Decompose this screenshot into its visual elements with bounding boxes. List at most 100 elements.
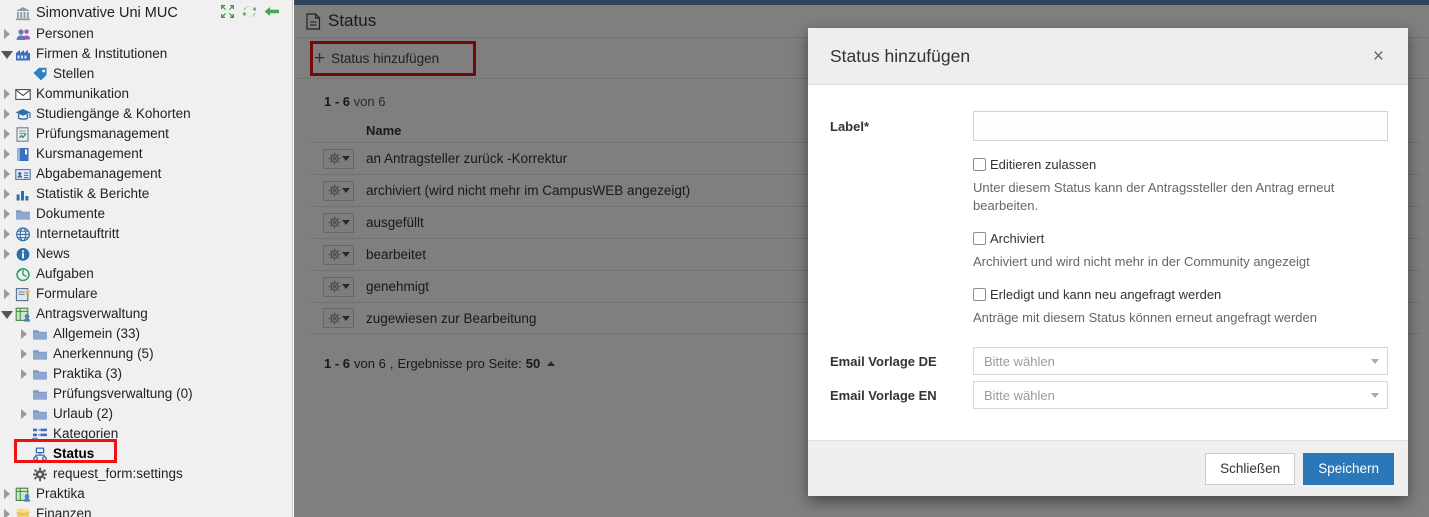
sidebar-item-request-form-settings[interactable]: request_form:settings (0, 464, 292, 484)
back-arrow-icon[interactable] (264, 5, 280, 18)
expand-arrow-icon[interactable] (0, 109, 14, 119)
dialog-body: Label* Editieren zulassen Unter diesem S… (808, 85, 1408, 440)
chevron-down-icon (1371, 358, 1379, 364)
sidebar-item-label: Praktika (36, 486, 85, 501)
folder-icon (31, 386, 49, 402)
sidebar-item-label: Kommunikation (36, 86, 130, 101)
expand-arrow-icon[interactable] (0, 249, 14, 259)
close-button[interactable]: Schließen (1205, 452, 1296, 485)
expand-arrow-icon[interactable] (0, 129, 14, 139)
sidebar-item-praktika[interactable]: Praktika (0, 484, 292, 504)
hierarchy-icon (31, 426, 49, 442)
sidebar-item-statistik-berichte[interactable]: Statistik & Berichte (0, 184, 292, 204)
book-icon (14, 146, 32, 162)
label-field-control (973, 111, 1388, 141)
collapse-all-icon[interactable] (220, 4, 235, 19)
sidebar-item-label: Dokumente (36, 206, 106, 221)
checkbox-row-rerequest[interactable]: Erledigt und kann neu angefragt werden (973, 287, 1388, 302)
expand-arrow-icon[interactable] (0, 289, 14, 299)
collapse-arrow-icon[interactable] (0, 50, 14, 59)
expand-arrow-icon[interactable] (0, 169, 14, 179)
sidebar-item-label: Formulare (36, 286, 98, 301)
expand-arrow-icon[interactable] (17, 329, 31, 339)
label-input[interactable] (973, 111, 1388, 141)
sidebar-root-item[interactable]: Simonvative Uni MUC (0, 2, 292, 24)
email-template-en-select[interactable]: Bitte wählen (973, 381, 1388, 409)
sidebar-item-firmen-institutionen[interactable]: Firmen & Institutionen (0, 44, 292, 64)
refresh-icon[interactable] (242, 4, 257, 19)
sidebar-item-abgabemanagement[interactable]: Abgabemanagement (0, 164, 292, 184)
request-icon (14, 306, 32, 322)
checkbox-rerequest[interactable] (973, 288, 986, 301)
info-icon (14, 246, 32, 262)
sidebar-item-news[interactable]: News (0, 244, 292, 264)
sidebar-item-dokumente[interactable]: Dokumente (0, 204, 292, 224)
folder-icon (31, 406, 49, 422)
checkbox-group-archived: Archiviert Archiviert und wird nicht meh… (830, 231, 1388, 271)
expand-arrow-icon[interactable] (0, 29, 14, 39)
expand-arrow-icon[interactable] (0, 209, 14, 219)
sitemap-icon (31, 446, 49, 462)
sidebar-item-pr-fungsmanagement[interactable]: Prüfungsmanagement (0, 124, 292, 144)
sidebar-item-antragsverwaltung[interactable]: Antragsverwaltung (0, 304, 292, 324)
checkbox-archived[interactable] (973, 232, 986, 245)
sidebar-item-anerkennung-5[interactable]: Anerkennung (5) (0, 344, 292, 364)
sidebar-item-status[interactable]: Status (0, 444, 292, 464)
expand-arrow-icon[interactable] (0, 489, 14, 499)
expand-arrow-icon[interactable] (17, 349, 31, 359)
email-template-en-label: Email Vorlage EN (830, 387, 937, 403)
expand-arrow-icon[interactable] (17, 369, 31, 379)
sidebar-item-urlaub-2[interactable]: Urlaub (2) (0, 404, 292, 424)
checkbox-row-edit[interactable]: Editieren zulassen (973, 157, 1388, 172)
factory-icon (14, 46, 32, 62)
application-root: Simonvative Uni MUC Personen Firmen & In… (0, 0, 1429, 517)
sidebar-item-label: Praktika (3) (53, 366, 123, 381)
sidebar-item-studieng-nge-kohorten[interactable]: Studiengänge & Kohorten (0, 104, 292, 124)
sidebar-item-finanzen[interactable]: Finanzen (0, 504, 292, 517)
close-icon[interactable]: × (1369, 45, 1388, 68)
expand-arrow-icon[interactable] (17, 409, 31, 419)
checkbox-row-archived[interactable]: Archiviert (973, 231, 1388, 246)
sidebar-item-label: Aufgaben (36, 266, 94, 281)
expand-arrow-icon[interactable] (0, 149, 14, 159)
sidebar-item-label: News (36, 246, 70, 261)
sidebar-item-kategorien[interactable]: Kategorien (0, 424, 292, 444)
sidebar-item-allgemein-33[interactable]: Allgemein (33) (0, 324, 292, 344)
sidebar-item-label: Abgabemanagement (36, 166, 162, 181)
checkbox-rerequest-description: Anträge mit diesem Status können erneut … (973, 310, 1317, 325)
expand-arrow-icon[interactable] (0, 189, 14, 199)
request-icon (14, 486, 32, 502)
checkbox-allow-edit[interactable] (973, 158, 986, 171)
expand-arrow-icon[interactable] (0, 229, 14, 239)
sidebar-item-pr-fungsverwaltung-0[interactable]: Prüfungsverwaltung (0) (0, 384, 292, 404)
sidebar-items-list: Personen Firmen & Institutionen Stellen Kom… (0, 24, 292, 517)
expand-arrow-icon[interactable] (0, 89, 14, 99)
checkbox-archived-label[interactable]: Archiviert (990, 231, 1044, 246)
sidebar-item-label: Firmen & Institutionen (36, 46, 168, 61)
sidebar-item-stellen[interactable]: Stellen (0, 64, 292, 84)
sidebar-root-actions (220, 4, 280, 19)
sidebar-item-praktika-3[interactable]: Praktika (3) (0, 364, 292, 384)
sidebar-item-personen[interactable]: Personen (0, 24, 292, 44)
sidebar-item-label: Urlaub (2) (53, 406, 114, 421)
checkbox-archived-description: Archiviert und wird nicht mehr in der Co… (973, 254, 1310, 269)
dialog-footer: Schließen Speichern (808, 440, 1408, 496)
checkbox-allow-edit-label[interactable]: Editieren zulassen (990, 157, 1096, 172)
sidebar-item-kursmanagement[interactable]: Kursmanagement (0, 144, 292, 164)
collapse-arrow-icon[interactable] (0, 310, 14, 319)
sidebar-item-aufgaben[interactable]: Aufgaben (0, 264, 292, 284)
sidebar-item-formulare[interactable]: Formulare (0, 284, 292, 304)
sidebar-item-kommunikation[interactable]: Kommunikation (0, 84, 292, 104)
checkbox-allow-edit-description: Unter diesem Status kann der Antragsstel… (973, 180, 1335, 213)
expand-arrow-icon[interactable] (0, 509, 14, 517)
sidebar-item-label: Antragsverwaltung (36, 306, 148, 321)
checkbox-rerequest-label[interactable]: Erledigt und kann neu angefragt werden (990, 287, 1221, 302)
sidebar-item-label: Studiengänge & Kohorten (36, 106, 191, 121)
sidebar-item-internetauftritt[interactable]: Internetauftritt (0, 224, 292, 244)
email-template-de-select[interactable]: Bitte wählen (973, 347, 1388, 375)
add-status-dialog: Status hinzufügen × Label* Editieren zul… (808, 28, 1408, 496)
globe-icon (14, 226, 32, 242)
save-button[interactable]: Speichern (1303, 452, 1394, 485)
email-template-de-value: Bitte wählen (984, 353, 1055, 369)
sidebar-item-label: Allgemein (33) (53, 326, 141, 341)
